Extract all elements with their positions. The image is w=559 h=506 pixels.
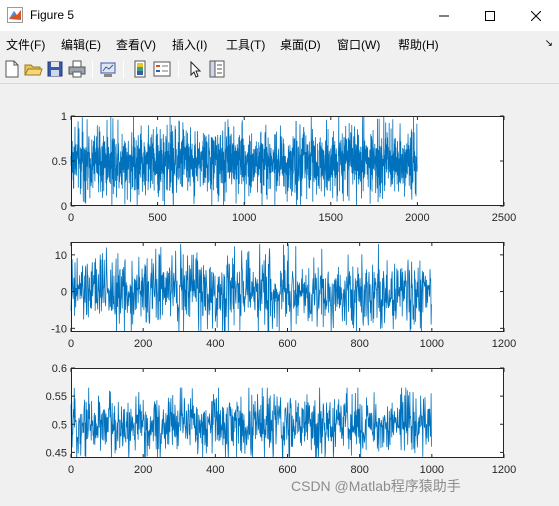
y-tick-label: 0.45 <box>46 447 67 459</box>
menu-window[interactable]: 窗口(W) <box>337 36 380 53</box>
x-tick-label: 0 <box>68 212 74 224</box>
close-icon <box>531 10 541 21</box>
legend-icon[interactable] <box>152 59 172 79</box>
toolbar <box>0 55 559 84</box>
menu-bar: 文件(F) 编辑(E) 查看(V) 插入(I) 工具(T) 桌面(D) 窗口(W… <box>0 31 559 55</box>
x-tick-label: 1200 <box>492 464 516 476</box>
maximize-icon <box>485 10 495 21</box>
colorbar-icon[interactable] <box>130 59 150 79</box>
x-tick-label: 1200 <box>492 338 516 350</box>
x-tick-label: 400 <box>206 338 224 350</box>
save-icon[interactable] <box>45 59 65 79</box>
y-tick-label: 1 <box>61 111 67 123</box>
x-tick-label: 1500 <box>319 212 343 224</box>
x-tick-label: 800 <box>350 338 368 350</box>
x-tick-label: 600 <box>278 464 296 476</box>
edit-plot-icon[interactable] <box>185 59 205 79</box>
y-tick-label: 0 <box>61 201 67 213</box>
x-tick-label: 1000 <box>232 212 256 224</box>
y-tick-label: 0 <box>61 287 67 299</box>
minimize-icon <box>439 15 449 16</box>
link-plot-icon[interactable] <box>98 59 118 79</box>
x-tick-label: 0 <box>68 338 74 350</box>
subplots: 0 500 1000 1500 2000 250000.510 200 400 600 800 10… <box>46 111 517 476</box>
menu-help[interactable]: 帮助(H) <box>398 36 439 53</box>
print-icon[interactable] <box>67 59 87 79</box>
x-tick-label: 2000 <box>405 212 429 224</box>
x-tick-label: 400 <box>206 464 224 476</box>
axes-3: 0 200 400 600 800 1000 1200 0.45 0.5 0.55 0.6 <box>46 363 517 476</box>
x-tick-label: 1000 <box>420 464 444 476</box>
matlab-logo-icon <box>7 7 23 23</box>
menu-file[interactable]: 文件(F) <box>6 36 45 53</box>
y-tick-label: 10 <box>55 250 67 262</box>
x-tick-label: 2500 <box>492 212 516 224</box>
x-tick-label: 200 <box>134 464 152 476</box>
figure-canvas: 0 500 1000 1500 2000 2500 0 0.5 1 0 200 400 600 800 10… <box>0 85 559 506</box>
toolbar-separator <box>178 60 179 78</box>
open-file-icon[interactable] <box>23 59 43 79</box>
menu-insert[interactable]: 插入(I) <box>172 36 207 53</box>
menu-tools[interactable]: 工具(T) <box>226 36 265 53</box>
x-tick-label: 600 <box>278 338 296 350</box>
x-tick-label: 1000 <box>420 338 444 350</box>
x-tick-label: 500 <box>148 212 166 224</box>
property-inspector-icon[interactable] <box>207 59 227 79</box>
menu-desktop[interactable]: 桌面(D) <box>280 36 321 53</box>
toolbar-separator <box>123 60 124 78</box>
dock-pin-icon[interactable]: ↘ <box>545 38 553 49</box>
toolbar-separator <box>92 60 93 78</box>
window-title: Figure 5 <box>30 8 75 22</box>
y-tick-label: 0.5 <box>52 419 67 431</box>
axes-2: 0 200 400 600 800 1000 1200-10010 <box>51 242 516 350</box>
menu-edit[interactable]: 编辑(E) <box>61 36 101 53</box>
y-tick-label: -10 <box>51 323 67 335</box>
title-bar: Figure 5 <box>0 0 559 31</box>
watermark: CSDN @Matlab程序猿助手 <box>291 478 461 494</box>
x-tick-label: 200 <box>134 338 152 350</box>
minimize-button[interactable] <box>421 0 467 31</box>
x-tick-label: 0 <box>68 464 74 476</box>
close-button[interactable] <box>513 0 559 31</box>
x-tick-label: 800 <box>350 464 368 476</box>
y-tick-label: 0.5 <box>52 156 67 168</box>
y-tick-label: 0.55 <box>46 391 67 403</box>
new-figure-icon[interactable] <box>2 59 22 79</box>
menu-view[interactable]: 查看(V) <box>116 36 156 53</box>
axes-1: 0 500 1000 1500 2000 2500 0 0.5 1 <box>52 111 517 224</box>
y-tick-label: 0.6 <box>52 363 67 375</box>
maximize-button[interactable] <box>467 0 513 31</box>
